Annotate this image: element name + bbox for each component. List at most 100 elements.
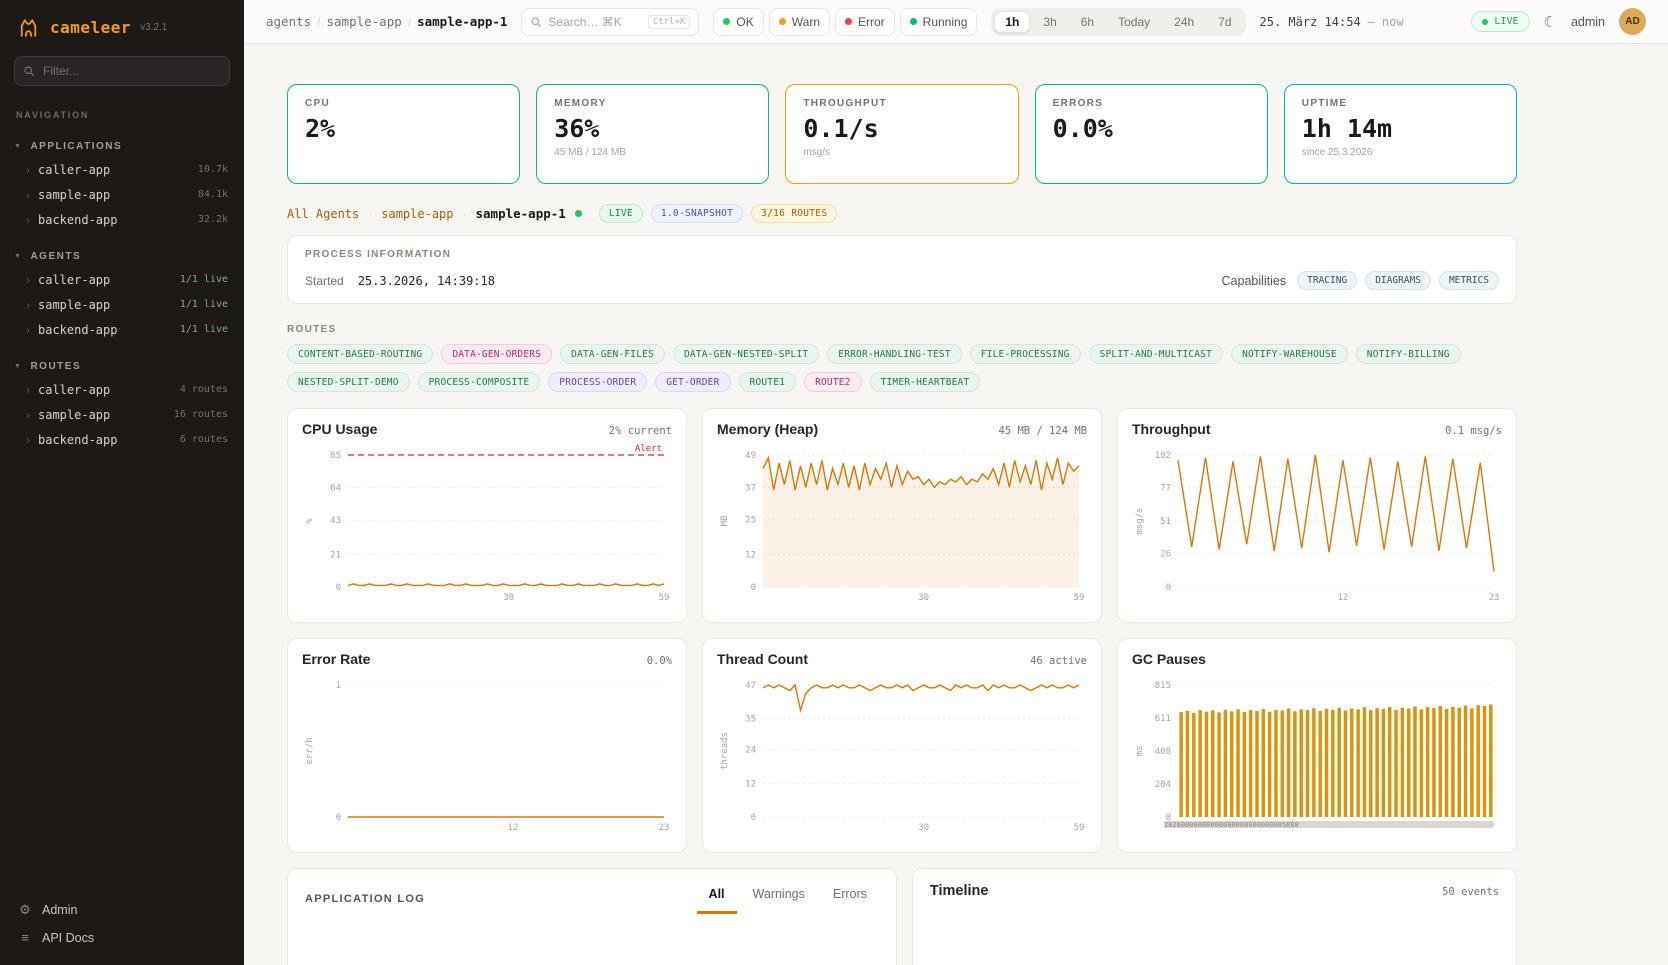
svg-text:0: 0	[751, 583, 756, 593]
route-chip[interactable]: NOTIFY-WAREHOUSE	[1231, 344, 1348, 364]
breadcrumb-separator: /	[408, 15, 411, 29]
route-chip[interactable]: ERROR-HANDLING-TEST	[827, 344, 961, 364]
section-header-applications[interactable]: ▼ APPLICATIONS	[0, 136, 244, 157]
applications-items: › caller-app 10.7k › sample-app 84.1k › …	[0, 157, 244, 232]
route-chip[interactable]: FILE-PROCESSING	[970, 344, 1081, 364]
cpu-usage-chart: 021436485%Alert3059	[302, 441, 672, 603]
status-filter-chip[interactable]: OK	[713, 8, 763, 36]
live-toggle[interactable]: LIVE	[1471, 11, 1529, 32]
moon-icon[interactable]: ☾	[1544, 13, 1557, 31]
sidebar-item-agent[interactable]: › sample-app 1/1 live	[0, 292, 244, 317]
main-content: agents / sample-app / sample-app-1 Searc…	[244, 0, 1668, 965]
svg-text:24: 24	[745, 746, 756, 756]
route-chip[interactable]: ROUTE1	[739, 372, 797, 392]
breadcrumb-separator: /	[317, 15, 320, 29]
chart-current-value: 2% current	[609, 425, 672, 437]
routes-section: ROUTES CONTENT-BASED-ROUTING DATA-GEN-OR…	[287, 324, 1517, 392]
log-tab[interactable]: All	[697, 883, 737, 914]
section-header-routes[interactable]: ▼ ROUTES	[0, 356, 244, 377]
status-filter-label: Warn	[792, 15, 820, 29]
route-chip[interactable]: CONTENT-BASED-ROUTING	[287, 344, 433, 364]
separator: ·	[368, 207, 372, 221]
breadcrumb-agents[interactable]: agents	[266, 14, 311, 29]
route-chip[interactable]: PROCESS-ORDER	[548, 372, 647, 392]
sidebar-item-admin[interactable]: ⚙ Admin	[18, 902, 226, 918]
status-dot-icon	[779, 18, 786, 25]
log-tab[interactable]: Errors	[821, 883, 879, 914]
stat-label: UPTIME	[1302, 98, 1499, 109]
sidebar-item-application[interactable]: › caller-app 10.7k	[0, 157, 244, 182]
chart-card-error-rate: Error Rate 0.0% 01err/h1223	[287, 638, 687, 853]
memory-heap-chart: 012253749MB3059	[717, 441, 1087, 603]
sidebar-item-route[interactable]: › sample-app 16 routes	[0, 402, 244, 427]
routes-title: ROUTES	[287, 324, 1517, 335]
svg-text:12: 12	[745, 551, 756, 561]
topbar-right-cluster: LIVE ☾ admin AD	[1471, 8, 1646, 35]
chart-card-cpu-usage: CPU Usage 2% current 021436485%Alert3059	[287, 408, 687, 623]
stat-card: ERRORS 0.0%	[1035, 84, 1268, 184]
chart-title: Throughput	[1132, 421, 1211, 437]
sidebar-item-agent[interactable]: › caller-app 1/1 live	[0, 267, 244, 292]
svg-text:49: 49	[745, 451, 756, 461]
bottom-panels: APPLICATION LOG All Warnings Errors	[287, 868, 1517, 965]
time-range-button[interactable]: 7d	[1207, 11, 1242, 33]
status-filter-chip[interactable]: Warn	[769, 8, 830, 36]
sidebar-item-application[interactable]: › backend-app 32.2k	[0, 207, 244, 232]
time-range-button[interactable]: 24h	[1163, 11, 1205, 33]
agent-app-link[interactable]: sample-app	[381, 207, 453, 221]
all-agents-link[interactable]: All Agents	[287, 207, 359, 221]
stat-sub: since 25.3.2026	[1302, 147, 1499, 158]
time-range-button[interactable]: 3h	[1032, 11, 1067, 33]
route-chip[interactable]: ROUTE2	[804, 372, 862, 392]
stat-card: CPU 2%	[287, 84, 520, 184]
status-filter-chip[interactable]: Error	[835, 8, 895, 36]
sidebar-item-agent[interactable]: › backend-app 1/1 live	[0, 317, 244, 342]
user-menu[interactable]: admin	[1571, 15, 1605, 29]
thread-count-chart: 012243547threads3059	[717, 671, 1087, 833]
breadcrumb-sample-app[interactable]: sample-app	[327, 14, 402, 29]
chevron-right-icon: ›	[26, 164, 30, 176]
svg-text:0: 0	[751, 813, 756, 823]
sidebar-section-applications: ▼ APPLICATIONS › caller-app 10.7k › samp…	[0, 136, 244, 232]
avatar[interactable]: AD	[1619, 8, 1646, 35]
sidebar-item-route[interactable]: › caller-app 4 routes	[0, 377, 244, 402]
route-chip[interactable]: DATA-GEN-FILES	[560, 344, 665, 364]
route-chip[interactable]: DATA-GEN-NESTED-SPLIT	[673, 344, 819, 364]
sidebar-item-route[interactable]: › backend-app 6 routes	[0, 427, 244, 452]
app-logo[interactable]: cameleer v3.2.1	[0, 0, 244, 52]
topbar: agents / sample-app / sample-app-1 Searc…	[244, 0, 1668, 44]
breadcrumb-current: sample-app-1	[417, 14, 507, 29]
time-range-button[interactable]: 1h	[994, 11, 1030, 33]
log-tab[interactable]: Warnings	[741, 883, 817, 914]
agent-badge: 3/16 ROUTES	[751, 204, 837, 223]
route-chip[interactable]: PROCESS-COMPOSITE	[418, 372, 541, 392]
sidebar-item-api-docs[interactable]: ≡ API Docs	[18, 930, 226, 945]
chart-title: GC Pauses	[1132, 651, 1206, 667]
route-chip[interactable]: NOTIFY-BILLING	[1356, 344, 1461, 364]
route-chip[interactable]: DATA-GEN-ORDERS	[441, 344, 552, 364]
route-chip[interactable]: GET-ORDER	[655, 372, 730, 392]
filter-input[interactable]	[14, 56, 230, 86]
application-log-title: APPLICATION LOG	[305, 893, 425, 905]
daterange-display[interactable]: 25. März 14:54 — now	[1260, 15, 1404, 29]
breadcrumb: agents / sample-app / sample-app-1	[266, 14, 507, 29]
svg-text:77: 77	[1160, 483, 1171, 493]
search-input[interactable]: Search… ⌘K Ctrl+K	[521, 8, 699, 36]
sidebar-item-label: caller-app	[38, 163, 110, 177]
chart-card-throughput: Throughput 0.1 msg/s 0265177102msg/s1223	[1117, 408, 1517, 623]
time-range-button[interactable]: Today	[1107, 11, 1161, 33]
svg-text:1: 1	[336, 681, 341, 691]
svg-text:26: 26	[1160, 549, 1171, 559]
status-filter-chip[interactable]: Running	[900, 8, 978, 36]
section-header-agents[interactable]: ▼ AGENTS	[0, 246, 244, 267]
route-chip[interactable]: SPLIT-AND-MULTICAST	[1089, 344, 1223, 364]
svg-text:23: 23	[1489, 593, 1500, 603]
sidebar-item-application[interactable]: › sample-app 84.1k	[0, 182, 244, 207]
route-chip[interactable]: TIMER-HEARTBEAT	[870, 372, 981, 392]
sidebar-item-badge: 6 routes	[180, 434, 228, 445]
svg-text:408: 408	[1155, 747, 1171, 757]
stat-card: MEMORY 36% 45 MB / 124 MB	[536, 84, 769, 184]
svg-text:25: 25	[745, 516, 756, 526]
route-chip[interactable]: NESTED-SPLIT-DEMO	[287, 372, 410, 392]
time-range-button[interactable]: 6h	[1070, 11, 1105, 33]
